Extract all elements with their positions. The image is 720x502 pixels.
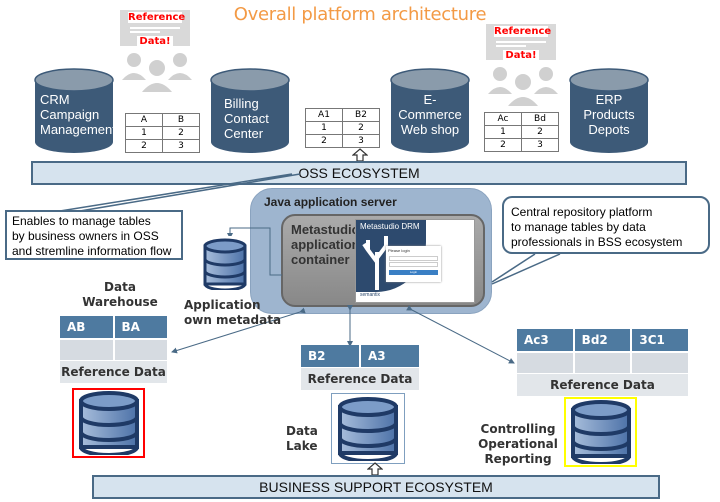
- bubble-line: [130, 27, 180, 29]
- callout-oss-owners: Enables to manage tables by business owne…: [5, 210, 183, 260]
- people-icon: [488, 67, 558, 106]
- metastudio-container: Metastudio application container Metastudi…: [281, 214, 485, 307]
- callout-bss-professionals: Central repository platform to manage tab…: [502, 196, 710, 254]
- drm-title: Metastudio DRM: [360, 222, 420, 231]
- warehouse-db: [72, 388, 145, 458]
- speech-bubble: Reference Data!: [486, 24, 556, 61]
- erp-system: ERP Products Depots: [569, 68, 649, 154]
- bubble-text: Data!: [137, 36, 173, 47]
- reference-table-ecommerce: Ac Bd 12 23: [484, 112, 559, 152]
- database-stack-icon: [78, 391, 139, 455]
- java-server-label: Java application server: [264, 195, 397, 209]
- database-stack-icon: [338, 396, 398, 461]
- oss-ecosystem-bar: OSS ECOSYSTEM: [31, 161, 687, 185]
- callout-right-pointer: [491, 253, 561, 285]
- password-input[interactable]: [389, 262, 438, 267]
- app-metadata-label: Application own metadata: [184, 298, 282, 327]
- database-stack-icon: [203, 238, 247, 290]
- data-lake-label: Data Lake: [286, 424, 318, 453]
- page-title: Overall platform architecture: [233, 4, 487, 25]
- login-button[interactable]: Login: [389, 270, 438, 275]
- reference-data-people-left: Reference Data!: [120, 10, 192, 92]
- reference-data-label: Reference Data: [60, 361, 167, 383]
- app-metadata-db: [200, 236, 250, 292]
- system-label: E- Commerce Web shop: [398, 92, 462, 137]
- reference-data-label: Reference Data: [517, 374, 688, 396]
- column-header: AB: [60, 316, 115, 338]
- billing-system: Billing Contact Center: [210, 68, 290, 154]
- bubble-line: [130, 31, 160, 33]
- up-arrow-icon: [367, 462, 383, 476]
- database-stack-icon: [570, 400, 631, 464]
- controlling-reference-table: Ac3 Bd2 3C1 Reference Data: [517, 329, 688, 396]
- ecommerce-system: E- Commerce Web shop: [390, 68, 470, 154]
- people-icon: [122, 53, 192, 92]
- reference-table-billing: A1 B2 12 23: [305, 108, 380, 148]
- drm-login-screenshot: Metastudio DRM Please login Login semant…: [355, 219, 475, 303]
- datalake-db: [331, 393, 405, 464]
- business-support-ecosystem-bar: BUSINESS SUPPORT ECOSYSTEM: [92, 475, 660, 499]
- column-header: Bd2: [575, 329, 633, 351]
- column-header: Ac3: [517, 329, 575, 351]
- up-arrow-icon: [352, 148, 368, 162]
- data-warehouse-label: Data Warehouse: [82, 280, 158, 309]
- column-header: B2: [301, 345, 361, 367]
- login-panel: Please login Login: [386, 246, 441, 282]
- datalake-reference-table: B2 A3 Reference Data: [301, 345, 419, 390]
- column-header: BA: [121, 320, 140, 334]
- bubble-line: [496, 41, 546, 43]
- reference-data-people-right: Reference Data!: [486, 24, 558, 106]
- system-label: Billing Contact Center: [224, 96, 269, 141]
- controlling-db: [564, 397, 637, 467]
- username-input[interactable]: [389, 256, 438, 261]
- system-label: CRM Campaign Management: [40, 92, 116, 137]
- bubble-text: Data!: [503, 50, 539, 61]
- controlling-link: [406, 305, 515, 364]
- bubble-text: Reference: [494, 26, 552, 37]
- crm-system: CRM Campaign Management: [34, 68, 116, 154]
- java-application-server: Java application server Metastudio applic…: [250, 188, 492, 314]
- column-header: A3: [368, 349, 386, 363]
- column-header: 3C1: [639, 333, 665, 347]
- metastudio-label: Metastudio application container: [291, 222, 360, 267]
- bubble-line: [496, 45, 526, 47]
- login-title: Please login: [388, 248, 410, 253]
- system-label: ERP Products Depots: [583, 92, 635, 137]
- controlling-label: Controlling Operational Reporting: [478, 422, 558, 466]
- speech-bubble: Reference Data!: [120, 10, 190, 47]
- bubble-text: Reference: [128, 12, 186, 23]
- reference-data-label: Reference Data: [301, 368, 419, 390]
- drm-footer: semantix: [360, 292, 381, 298]
- warehouse-reference-table: AB BA Reference Data: [60, 316, 167, 383]
- reference-table-crm: AB 12 23: [125, 113, 200, 153]
